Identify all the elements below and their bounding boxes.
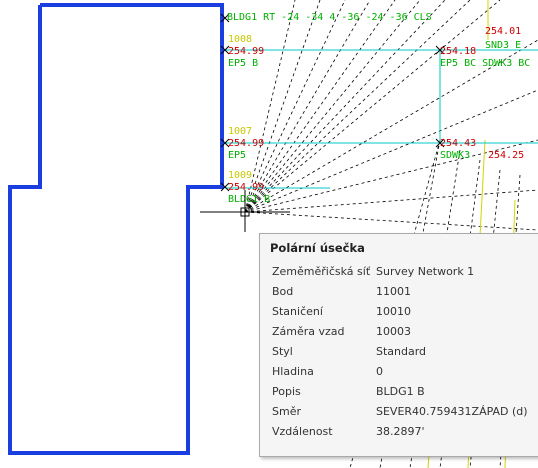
tooltip-value: SEVER40.759431ZÁPAD (d) [376,405,528,418]
point-elevation: 254.43 [440,138,476,149]
tooltip-row: Vzdálenost 38.2897' [272,423,532,441]
tooltip-key: Hladina [272,365,314,378]
tooltip-row: Záměra vzad 10003 [272,323,532,341]
point-number: 1009 [228,170,252,181]
tooltip-value: Survey Network 1 [376,265,475,278]
tooltip-polar-line: Polární úsečka Zeměměřičská síť Survey N… [259,233,538,457]
point-elevation: 254.99 [228,138,264,149]
tooltip-value: 38.2897' [376,425,425,438]
tooltip-value: 0 [376,365,383,378]
point-number: 1007 [228,126,252,137]
tooltip-value: Standard [376,345,427,358]
tooltip-value: 10003 [376,325,411,338]
tooltip-key: Staničení [272,305,323,318]
tooltip-row: Bod 11001 [272,283,532,301]
tooltip-row: Hladina 0 [272,363,532,381]
tooltip-key: Směr [272,405,301,418]
point-markers [220,13,445,192]
tooltip-value: 10010 [376,305,411,318]
point-number: 1008 [228,34,252,45]
tooltip-key: Zeměměřičská síť [272,265,371,278]
point-elevation: 254.01 [485,26,521,37]
tooltip-row: Směr SEVER40.759431ZÁPAD (d) [272,403,532,421]
tooltip-key: Popis [272,385,301,398]
point-code: EP5 B [228,58,258,69]
point-code: SDWK3 [440,150,470,161]
tooltip-key: Styl [272,345,293,358]
point-elevation: 254.25 [488,150,524,161]
tooltip-value: BLDG1 B [376,385,425,398]
point-elevation: 254.99 [228,46,264,57]
point-code: SND3 E [485,40,521,51]
tooltip-key: Záměra vzad [272,325,345,338]
tooltip-row: Zeměměřičská síť Survey Network 1 [272,263,532,281]
building-outline[interactable] [8,3,224,455]
tooltip-value: 11001 [376,285,411,298]
cyan-lines [225,49,538,189]
point-code: BLDG1 B [228,194,270,205]
tooltip-row: Popis BLDG1 B [272,383,532,401]
building-label: BLDG1 RT -24 -34 4 -36 -24 -36 CLS [227,12,432,23]
tooltip-row: Styl Standard [272,343,532,361]
tooltip-title: Polární úsečka [270,241,365,255]
tooltip-row: Staničení 10010 [272,303,532,321]
point-code: EP5 BC SDWK3 BC [440,58,530,69]
point-elevation: 254.99 [228,182,264,193]
tooltip-key: Vzdálenost [272,425,333,438]
point-elevation: 254.18 [440,46,476,57]
crosshair-cursor-icon [200,190,290,232]
tooltip-key: Bod [272,285,294,298]
point-code: EP5 [228,150,246,161]
